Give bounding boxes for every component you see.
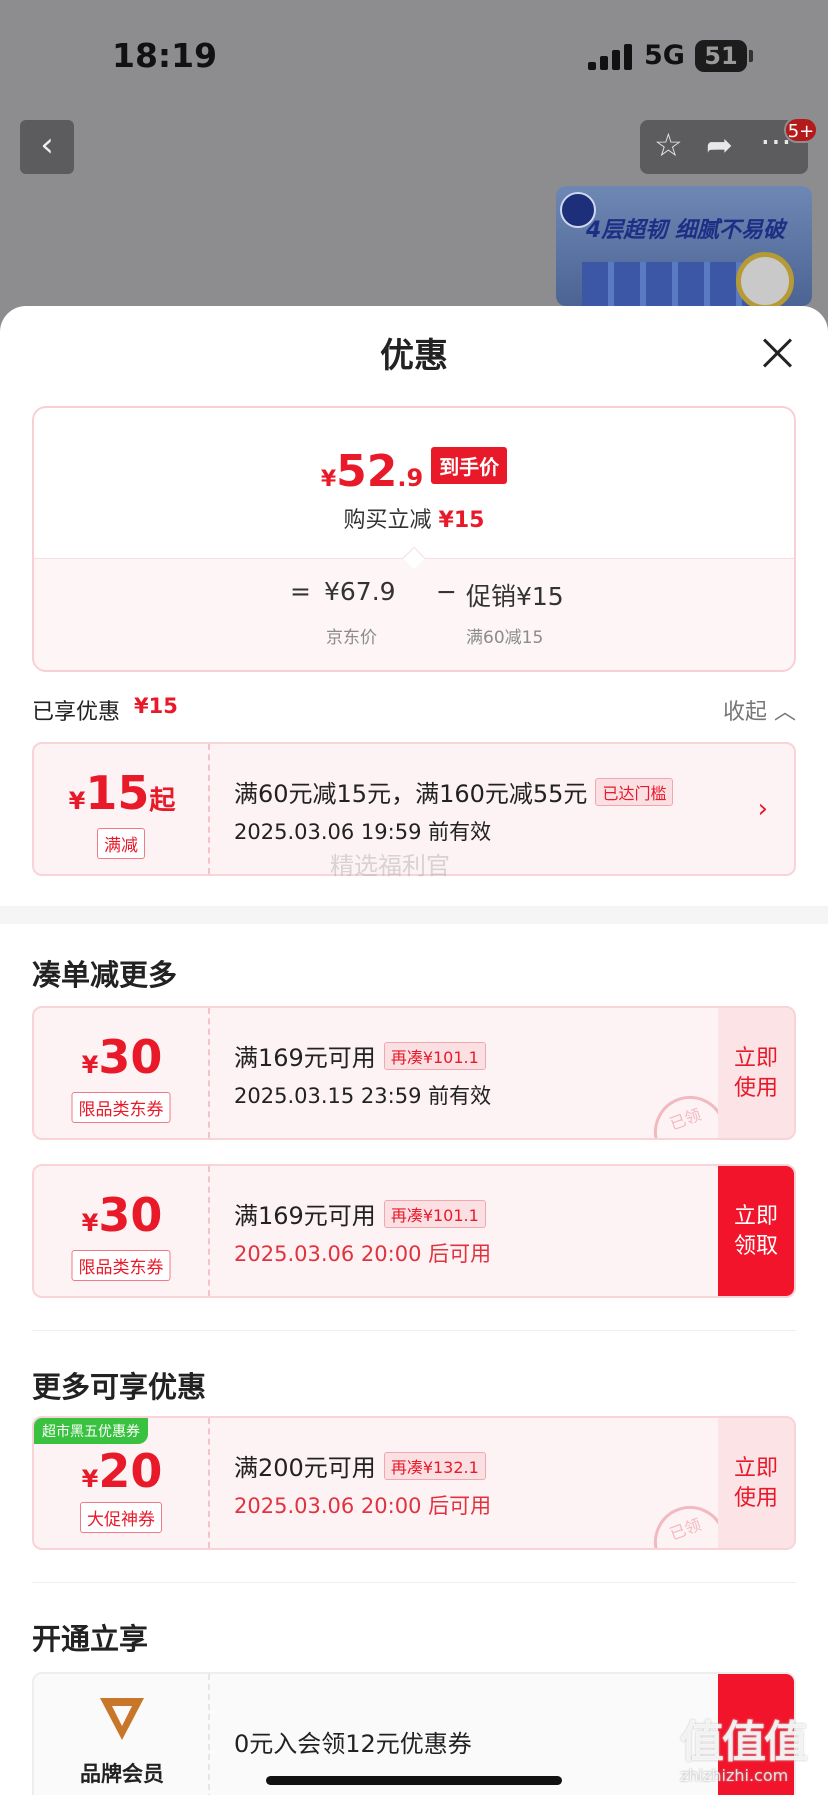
coupon-type: 满减 (97, 828, 145, 859)
discount-sheet: 优惠 ¥52.9 到手价 购买立减 ¥15 = ¥67.9 − 促销¥15 京东… (0, 306, 828, 1795)
minus-sign: − (436, 577, 457, 606)
coupon-condition: 满169元可用 再凑¥101.1 (234, 1196, 486, 1231)
final-price-card: ¥52.9 到手价 购买立减 ¥15 = ¥67.9 − 促销¥15 京东价 满… (32, 406, 796, 672)
back-button[interactable]: ‹ (20, 120, 74, 174)
coupon-type: 限品类东券 (71, 1250, 171, 1281)
coupon-card: ¥30 限品类东券 满169元可用 再凑¥101.1 2025.03.06 20:… (32, 1164, 796, 1298)
coupon-value-area: ¥15起 满减 (34, 744, 210, 874)
coupon-validity: 2025.03.15 23:59 前有效 (234, 1084, 492, 1108)
jd-price-label: 京东价 (326, 628, 377, 648)
close-icon[interactable] (760, 336, 794, 370)
product-banner: 4层超韧 细腻不易破 (556, 186, 812, 306)
membership-description: 0元入会领12元优惠券 (234, 1730, 472, 1758)
add-more-badge: 再凑¥101.1 (383, 1200, 486, 1228)
promo-amount: 促销¥15 (466, 582, 564, 611)
coupon-value-area: 超市黑五优惠券 ¥20 大促神券 (34, 1418, 210, 1548)
equals-sign: = (290, 577, 311, 606)
divider (32, 1330, 796, 1331)
banner-text: 4层超韧 细腻不易破 (586, 218, 785, 243)
final-price-int: 52 (336, 446, 398, 497)
promo-label: 满60减15 (466, 628, 544, 648)
section-title-more-savings: 凑单减更多 (32, 958, 178, 992)
threshold-reached-badge: 已达门槛 (595, 778, 674, 806)
seal-icon (736, 252, 794, 306)
section-title-more-offers: 更多可享优惠 (32, 1370, 207, 1404)
coupon-amount: ¥20 (81, 1444, 163, 1498)
coupon-type: 限品类东券 (71, 1092, 171, 1123)
coupon-condition: 满169元可用 再凑¥101.1 (234, 1038, 486, 1073)
enjoyed-label: 已享优惠 (32, 700, 121, 725)
coupon-validity: 2025.03.06 20:00 后可用 (234, 1494, 492, 1518)
membership-brand-area: 品牌会员 (34, 1674, 210, 1795)
coupon-validity: 2025.03.06 19:59 前有效 (234, 820, 492, 844)
chevron-up-icon: ︿ (773, 700, 796, 725)
event-tag: 超市黑五优惠券 (34, 1418, 148, 1444)
add-more-badge: 再凑¥132.1 (383, 1452, 486, 1480)
section-title-membership: 开通立享 (32, 1622, 149, 1656)
final-price: ¥52.9 到手价 (34, 446, 794, 497)
coupon-card: ¥30 限品类东券 满169元可用 再凑¥101.1 2025.03.15 23:… (32, 1006, 796, 1140)
enjoyed-amount: ¥15 (134, 694, 178, 718)
divider (32, 1582, 796, 1583)
battery-icon: 51 (695, 40, 753, 72)
instant-discount-amount: ¥15 (438, 508, 485, 533)
coupon-amount: ¥30 (81, 1030, 163, 1084)
coupon-value-area: ¥30 限品类东券 (34, 1166, 210, 1296)
site-watermark-url: zhizhizhi.com (680, 1766, 789, 1785)
status-time: 18:19 (112, 36, 218, 75)
jd-price: ¥67.9 (324, 577, 396, 606)
instant-discount: 购买立减 ¥15 (343, 508, 485, 533)
section-divider (0, 906, 828, 924)
membership-name: 品牌会员 (80, 1762, 164, 1786)
collapse-toggle[interactable]: 收起 ︿ (723, 694, 796, 726)
top-action-group: ☆ ➦ ⋯ (640, 120, 808, 174)
coupon-card: 超市黑五优惠券 ¥20 大促神券 满200元可用 再凑¥132.1 2025.03… (32, 1416, 796, 1550)
final-price-dec: .9 (397, 464, 424, 492)
coupon-type: 大促神券 (80, 1502, 162, 1533)
share-icon[interactable]: ➦ (706, 126, 733, 164)
coupon-condition: 满200元可用 再凑¥132.1 (234, 1448, 486, 1483)
network-type: 5G (644, 40, 685, 71)
watermark-text: 精选福利官 (330, 852, 450, 880)
coupon-validity: 2025.03.06 20:00 后可用 (234, 1242, 492, 1266)
coupon-amount: ¥15起 (68, 766, 176, 820)
product-packs-image (582, 262, 752, 306)
vinda-logo-icon (100, 1698, 144, 1740)
star-icon[interactable]: ☆ (654, 126, 683, 164)
background-page: 18:19 5G 51 ‹ ☆ ➦ ⋯ 5+ 4层超韧 细腻不易破 (0, 0, 828, 330)
coupon-value-area: ¥30 限品类东券 (34, 1008, 210, 1138)
chevron-right-icon[interactable]: › (758, 794, 768, 824)
coupon-condition: 满60元减15元，满160元减55元 已达门槛 (234, 774, 674, 809)
add-more-badge: 再凑¥101.1 (383, 1042, 486, 1070)
signal-icon (588, 44, 632, 70)
claim-now-button[interactable]: 立即 领取 (718, 1166, 794, 1296)
home-indicator (266, 1776, 562, 1785)
final-price-tag: 到手价 (431, 447, 508, 484)
message-badge: 5+ (784, 117, 818, 143)
status-bar: 18:19 5G 51 (0, 0, 828, 110)
site-watermark-logo: 值值值 (680, 1717, 808, 1768)
enjoyed-discount-row: 已享优惠 ¥15 收起 ︿ (32, 690, 796, 726)
use-now-button[interactable]: 立即 使用 (718, 1418, 794, 1548)
price-breakdown: = ¥67.9 − 促销¥15 京东价 满60减15 (34, 546, 794, 670)
price-summary: ¥52.9 到手价 购买立减 ¥15 (34, 408, 794, 558)
chevron-left-icon: ‹ (40, 125, 54, 165)
coupon-amount: ¥30 (81, 1188, 163, 1242)
use-now-button[interactable]: 立即 使用 (718, 1008, 794, 1138)
sheet-title: 优惠 (380, 336, 448, 376)
